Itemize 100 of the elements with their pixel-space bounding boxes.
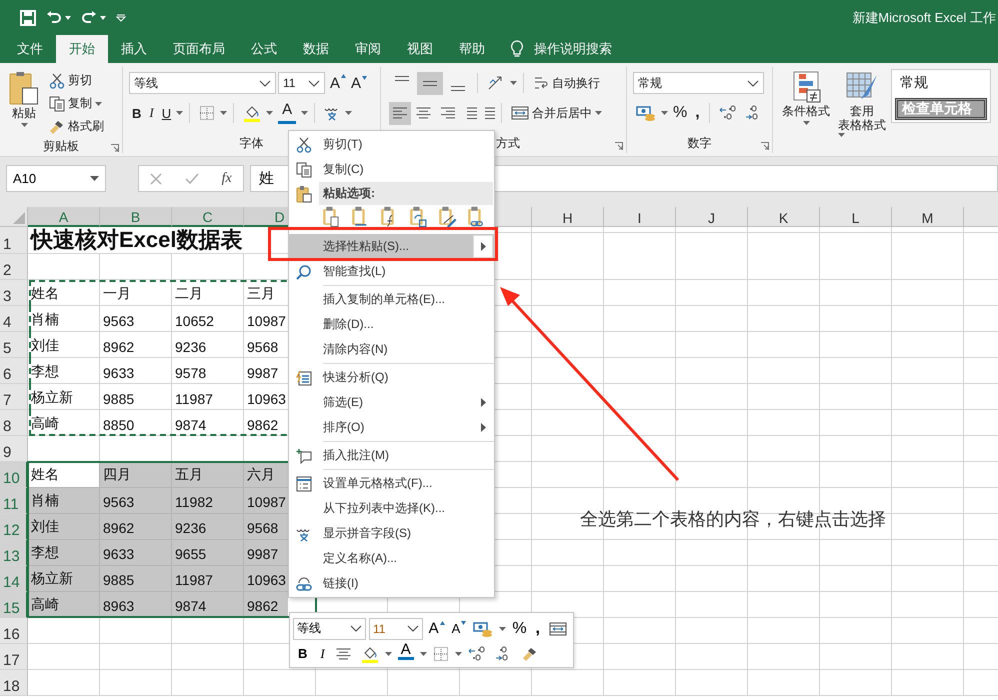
caret-icon[interactable]: [499, 626, 506, 630]
menu-item[interactable]: 显示拼音字段(S): [289, 521, 494, 546]
format-painter-button[interactable]: 格式刷: [46, 115, 107, 138]
row-header[interactable]: 15: [0, 592, 28, 618]
row-header[interactable]: 17: [0, 644, 28, 670]
menu-item[interactable]: 插入复制的单元格(E)...: [289, 287, 494, 312]
caret-icon[interactable]: [454, 652, 462, 656]
insert-function-button[interactable]: fx: [222, 170, 232, 186]
row-header[interactable]: 4: [0, 306, 28, 332]
caret-icon[interactable]: [345, 111, 352, 115]
middle-align-button[interactable]: [417, 72, 443, 94]
column-header[interactable]: H: [532, 207, 604, 227]
column-header[interactable]: L: [820, 207, 892, 227]
caret-icon[interactable]: [220, 111, 228, 115]
font-color-button[interactable]: A: [394, 642, 417, 664]
caret-icon[interactable]: [20, 122, 28, 127]
customize-icon[interactable]: [116, 14, 126, 22]
ribbon-tab[interactable]: 插入: [108, 35, 160, 63]
percent-button[interactable]: %: [670, 102, 690, 124]
name-box[interactable]: A10: [6, 165, 106, 192]
row-header[interactable]: 2: [0, 254, 28, 280]
paste-icon[interactable]: [321, 206, 341, 228]
caret-icon[interactable]: [65, 16, 71, 20]
number-format-field[interactable]: 常规: [633, 72, 764, 94]
menu-item[interactable]: 插入批注(M): [289, 443, 494, 468]
row-header[interactable]: 9: [0, 436, 28, 462]
caret-icon[interactable]: [100, 16, 106, 20]
paste-link-icon[interactable]: [466, 206, 486, 228]
column-header[interactable]: M: [892, 207, 964, 227]
column-header[interactable]: A: [28, 207, 100, 227]
row-header[interactable]: 12: [0, 514, 28, 540]
column-header[interactable]: B: [100, 207, 172, 227]
ribbon-tab[interactable]: 开始: [56, 35, 108, 63]
merge-center-button[interactable]: 合并后居中: [508, 102, 605, 124]
column-header[interactable]: C: [172, 207, 244, 227]
shrink-font-button[interactable]: A: [348, 72, 368, 94]
column-header[interactable]: K: [748, 207, 820, 227]
font-size-field[interactable]: 11: [369, 618, 423, 640]
grow-font-button[interactable]: A: [327, 72, 346, 94]
menu-item[interactable]: 智能查找(L): [289, 259, 494, 284]
caret-icon[interactable]: [420, 652, 427, 656]
menu-item[interactable]: 设置单元格格式(F)...: [289, 471, 494, 496]
menu-item[interactable]: 清除内容(N): [289, 337, 494, 362]
menu-item[interactable]: 定义名称(A)...: [289, 546, 494, 571]
ribbon-tab[interactable]: 帮助: [446, 35, 498, 63]
menu-item[interactable]: 剪切(T): [289, 132, 494, 157]
menu-item[interactable]: 从下拉列表中选择(K)...: [289, 496, 494, 521]
caret-icon[interactable]: [384, 652, 392, 656]
font-size-field[interactable]: 11: [278, 72, 325, 94]
row-header[interactable]: 11: [0, 488, 28, 514]
tell-me-search[interactable]: 操作说明搜索: [534, 40, 612, 58]
caret-icon[interactable]: [301, 111, 308, 115]
menu-item[interactable]: 筛选(E): [289, 390, 494, 415]
font-name-field[interactable]: 等线: [129, 72, 276, 94]
ribbon-tab[interactable]: 文件: [4, 35, 56, 63]
row-header[interactable]: 1: [0, 227, 28, 254]
ribbon-tab[interactable]: 页面布局: [160, 35, 238, 63]
left-align-button[interactable]: [389, 102, 411, 124]
row-header[interactable]: 13: [0, 540, 28, 566]
menu-item[interactable]: 删除(D)...: [289, 312, 494, 337]
caret-icon[interactable]: [838, 132, 845, 137]
caret-icon[interactable]: [802, 120, 810, 125]
column-header[interactable]: J: [676, 207, 748, 227]
row-header[interactable]: 3: [0, 280, 28, 306]
ribbon-tab[interactable]: 公式: [238, 35, 290, 63]
row-header[interactable]: 6: [0, 358, 28, 384]
row-header[interactable]: 7: [0, 384, 28, 410]
shrink-font-button[interactable]: A: [448, 618, 468, 640]
cut-button[interactable]: 剪切: [46, 69, 107, 92]
italic-button[interactable]: I: [146, 102, 157, 124]
caret-icon[interactable]: [661, 111, 668, 115]
row-header[interactable]: 14: [0, 566, 28, 592]
percent-button[interactable]: %: [509, 618, 530, 640]
ribbon-tab[interactable]: 数据: [290, 35, 342, 63]
bold-button[interactable]: B: [129, 102, 144, 124]
wrap-text-button[interactable]: 自动换行: [530, 72, 603, 94]
font-color-button[interactable]: A: [275, 102, 300, 124]
row-header[interactable]: 5: [0, 332, 28, 358]
format-as-table-button[interactable]: 套用 表格格式: [835, 69, 889, 153]
row-header[interactable]: 16: [0, 618, 28, 644]
caret-icon[interactable]: [176, 111, 184, 115]
caret-icon[interactable]: [595, 111, 602, 115]
menu-item[interactable]: 快速分析(Q): [289, 365, 494, 390]
row-header[interactable]: 8: [0, 410, 28, 436]
redo-icon[interactable]: [81, 10, 97, 26]
undo-icon[interactable]: [46, 10, 62, 26]
font-name-field[interactable]: 等线: [293, 618, 366, 640]
dialog-launcher-icon[interactable]: [615, 142, 623, 150]
caret-icon[interactable]: [266, 111, 274, 115]
menu-item[interactable]: 排序(O): [289, 415, 494, 440]
save-icon[interactable]: [20, 10, 36, 26]
lightbulb-icon[interactable]: [510, 40, 524, 58]
italic-button[interactable]: I: [315, 642, 330, 664]
paste-button[interactable]: 粘贴: [6, 69, 42, 138]
menu-item[interactable]: 选择性粘贴(S)...: [289, 234, 494, 259]
paste-transpose-icon[interactable]: [408, 206, 428, 228]
menu-item[interactable]: 链接(I): [289, 571, 494, 596]
row-header[interactable]: 18: [0, 670, 28, 696]
copy-button[interactable]: 复制: [46, 92, 107, 115]
underline-button[interactable]: U: [158, 102, 174, 124]
